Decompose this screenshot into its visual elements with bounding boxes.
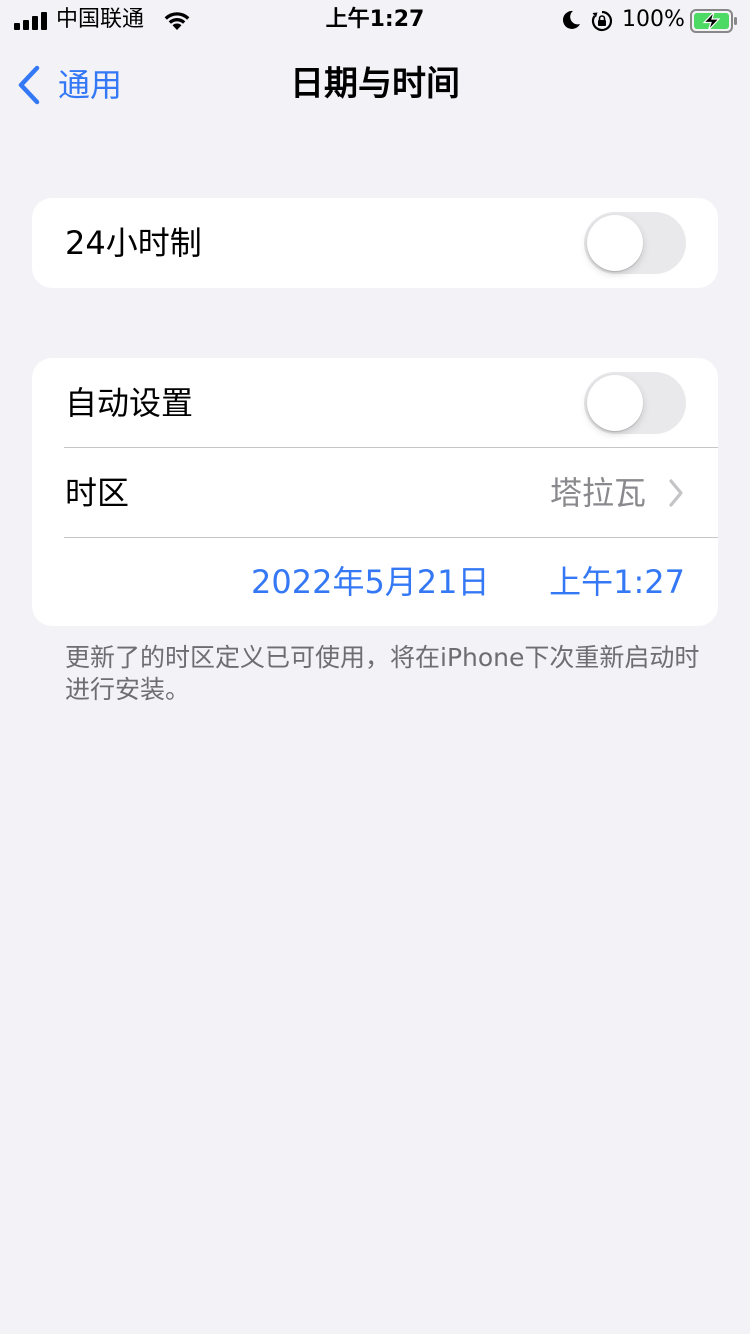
chevron-right-icon [669,479,683,507]
date-picker-button[interactable]: 2022年5月21日 [251,538,490,626]
navigation-bar: 通用 日期与时间 [0,50,750,120]
timezone-row[interactable]: 时区 塔拉瓦 [32,448,718,538]
battery-percent: 100% [622,7,685,32]
hour24-label: 24小时制 [65,224,202,262]
auto-set-label: 自动设置 [65,384,194,422]
timezone-value: 塔拉瓦 [549,474,646,512]
orientation-lock-icon [591,10,613,32]
hour24-row: 24小时制 [32,198,718,288]
moon-icon [562,10,580,29]
status-bar: 中国联通 上午1:27 100% [0,0,750,40]
hour24-switch[interactable] [584,212,686,274]
auto-set-row: 自动设置 [32,358,718,448]
timezone-footnote: 更新了的时区定义已可使用，将在iPhone下次重新启动时进行安装。 [65,643,700,704]
page-title: 日期与时间 [290,64,460,104]
switch-knob [587,375,643,431]
hour-format-group: 24小时制 [32,198,718,288]
date-time-group: 自动设置 时区 塔拉瓦 2022年5月21日 上午1:27 [32,358,718,626]
auto-set-switch[interactable] [584,372,686,434]
time-picker-button[interactable]: 上午1:27 [549,538,685,626]
date-time-row: 2022年5月21日 上午1:27 [32,538,718,626]
timezone-label: 时区 [65,474,130,512]
battery-charging-icon [690,9,737,33]
switch-knob [587,215,643,271]
